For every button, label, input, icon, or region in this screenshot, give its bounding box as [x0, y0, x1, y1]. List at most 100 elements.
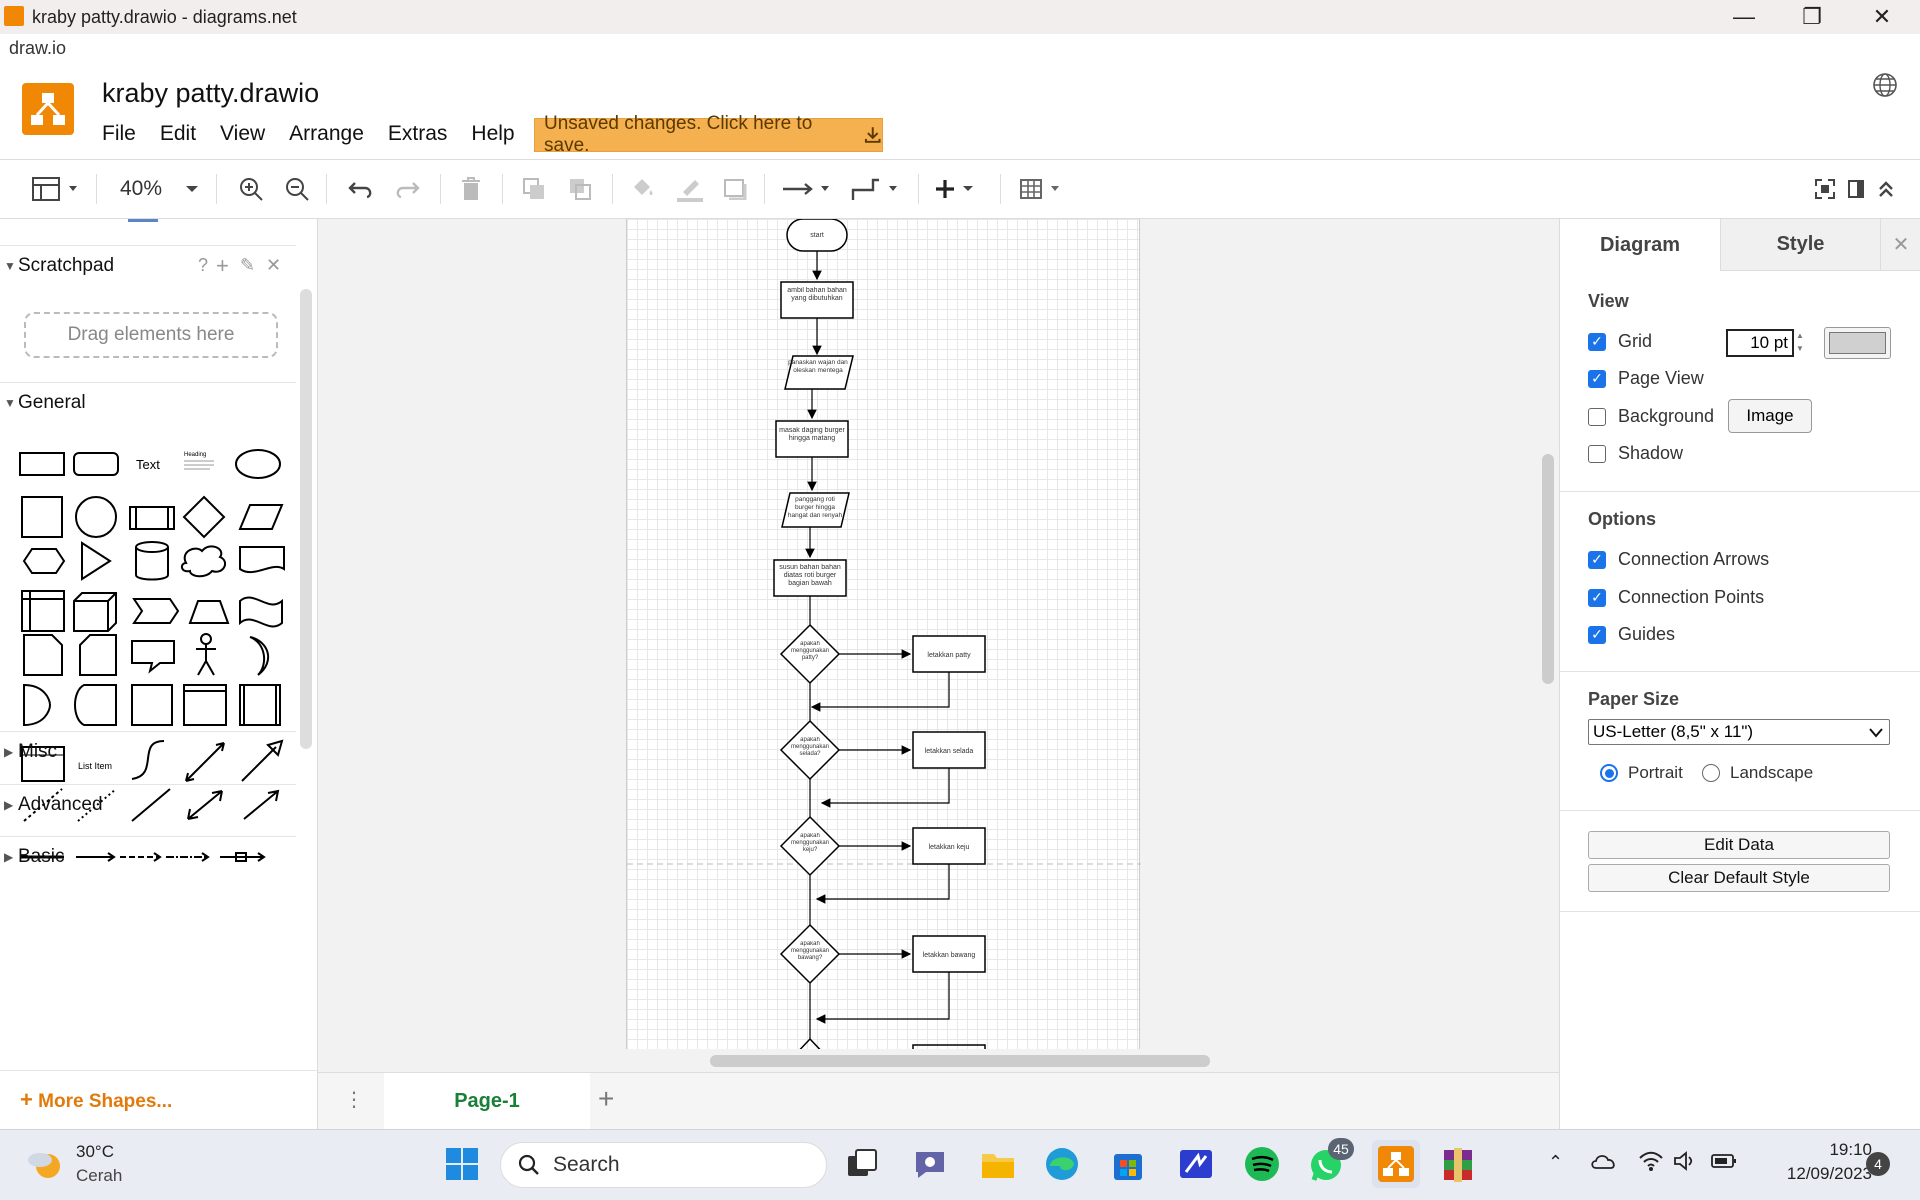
- onedrive-cloud-icon[interactable]: [1590, 1150, 1618, 1177]
- battery-icon[interactable]: [1710, 1150, 1738, 1177]
- delete-button[interactable]: [456, 174, 486, 204]
- portrait-radio[interactable]: Portrait: [1600, 763, 1683, 783]
- zoom-in-button[interactable]: [236, 174, 266, 204]
- landscape-radio[interactable]: Landscape: [1702, 763, 1813, 783]
- chevron-up-icon[interactable]: ⌃: [1548, 1152, 1563, 1173]
- add-page-icon[interactable]: +: [598, 1083, 614, 1115]
- node-letakkan-selada[interactable]: letakkan selada: [912, 731, 986, 769]
- zoom-dropdown[interactable]: 40%: [116, 174, 206, 204]
- edge-browser-icon[interactable]: [1042, 1144, 1082, 1184]
- microsoft-store-icon[interactable]: [1108, 1144, 1148, 1184]
- fill-color-button[interactable]: [628, 174, 658, 204]
- windows-start-icon[interactable]: [442, 1144, 482, 1184]
- menu-extras[interactable]: Extras: [388, 122, 448, 146]
- fullscreen-button[interactable]: [1812, 174, 1838, 204]
- format-panel-toggle-button[interactable]: [1845, 174, 1867, 204]
- guides-checkbox[interactable]: ✓ Guides: [1588, 624, 1675, 645]
- grid-size-stepper[interactable]: ▲ ▼: [1796, 329, 1810, 357]
- page-tab[interactable]: Page-1: [384, 1073, 590, 1130]
- node-letakkan-patty[interactable]: letakkan patty: [912, 635, 986, 673]
- node-ambil-bahan[interactable]: ambil bahan bahan yang dibutuhkan: [780, 281, 854, 319]
- scratchpad-header[interactable]: ▼ Scratchpad ? + ✎ ✕: [0, 245, 296, 285]
- connection-points-checkbox[interactable]: ✓ Connection Points: [1588, 587, 1764, 608]
- whatsapp-icon[interactable]: 45: [1306, 1138, 1354, 1184]
- node-panaskan-wajan[interactable]: panaskan wajan dan oleskan mentega: [784, 355, 854, 390]
- pages-menu-icon[interactable]: ⋮: [344, 1087, 364, 1112]
- volume-icon[interactable]: [1672, 1150, 1698, 1177]
- insert-button[interactable]: [934, 174, 984, 204]
- flowchart[interactable]: start ambil bahan bahan yang dibutuhkan …: [627, 219, 1141, 1049]
- decision-bawang[interactable]: apakah menggunakan bawang?: [779, 923, 841, 985]
- node-masak-daging[interactable]: masak daging burger hingga matang: [775, 420, 849, 458]
- edit-data-button[interactable]: Edit Data: [1588, 831, 1890, 859]
- teams-chat-icon[interactable]: [910, 1144, 950, 1184]
- connection-arrows-checkbox[interactable]: ✓ Connection Arrows: [1588, 549, 1769, 570]
- scratchpad-add-icon[interactable]: +: [216, 253, 229, 279]
- menu-arrange[interactable]: Arrange: [289, 122, 364, 146]
- document-title[interactable]: kraby patty.drawio: [102, 78, 319, 109]
- panel-toggle-button[interactable]: [30, 174, 80, 204]
- taskbar-search[interactable]: Search: [500, 1142, 827, 1188]
- scratchpad-drop-zone[interactable]: Drag elements here: [24, 312, 278, 358]
- table-button[interactable]: [1018, 174, 1068, 204]
- menu-edit[interactable]: Edit: [160, 122, 196, 146]
- node-letakkan-bawang[interactable]: letakkan bawang: [912, 935, 986, 973]
- notification-count-badge[interactable]: 4: [1866, 1152, 1890, 1176]
- clock-date[interactable]: 12/09/2023: [1742, 1164, 1872, 1184]
- grid-color-button[interactable]: [1824, 327, 1891, 359]
- tab-diagram[interactable]: Diagram: [1560, 219, 1720, 271]
- background-checkbox[interactable]: Background: [1588, 406, 1714, 427]
- grid-size-input[interactable]: 10 pt: [1726, 329, 1794, 357]
- decision-keju[interactable]: apakah menggunakan keju?: [779, 815, 841, 877]
- diagram-page[interactable]: start ambil bahan bahan yang dibutuhkan …: [626, 219, 1141, 1049]
- scratchpad-edit-icon[interactable]: ✎: [240, 255, 255, 276]
- grid-checkbox[interactable]: ✓ Grid: [1588, 331, 1652, 352]
- restore-button[interactable]: ❐: [1778, 0, 1846, 34]
- redo-button[interactable]: [390, 174, 424, 204]
- node-start[interactable]: start: [786, 219, 848, 252]
- undo-button[interactable]: [344, 174, 378, 204]
- task-view-icon[interactable]: [842, 1144, 882, 1184]
- language-globe-icon[interactable]: [1872, 72, 1898, 98]
- menu-help[interactable]: Help: [471, 122, 514, 146]
- to-front-button[interactable]: [520, 174, 548, 204]
- clock-time[interactable]: 19:10: [1742, 1140, 1872, 1160]
- drawio-taskbar-icon[interactable]: [1372, 1140, 1420, 1188]
- misc-section-header[interactable]: ▶ Misc: [0, 731, 296, 771]
- canvas-horizontal-scrollbar[interactable]: [710, 1055, 1210, 1067]
- paper-size-select[interactable]: US-Letter (8,5" x 11"): [1588, 719, 1890, 745]
- power-automate-icon[interactable]: [1176, 1144, 1216, 1184]
- decision-selada[interactable]: apakah menggunakan selada?: [779, 719, 841, 781]
- sidebar-scrollbar[interactable]: [300, 289, 312, 749]
- shadow-button[interactable]: [720, 174, 750, 204]
- advanced-section-header[interactable]: ▶ Advanced: [0, 784, 296, 824]
- unsaved-changes-banner[interactable]: Unsaved changes. Click here to save.: [534, 113, 883, 156]
- menu-file[interactable]: File: [102, 122, 136, 146]
- clear-default-style-button[interactable]: Clear Default Style: [1588, 864, 1890, 892]
- basic-section-header[interactable]: ▶ Basic: [0, 836, 296, 876]
- zoom-out-button[interactable]: [282, 174, 312, 204]
- spotify-icon[interactable]: [1242, 1144, 1282, 1184]
- close-window-button[interactable]: ✕: [1848, 0, 1916, 34]
- menu-view[interactable]: View: [220, 122, 265, 146]
- page-view-checkbox[interactable]: ✓ Page View: [1588, 368, 1704, 389]
- tab-style[interactable]: Style: [1720, 219, 1880, 271]
- diagram-canvas[interactable]: start ambil bahan bahan yang dibutuhkan …: [318, 219, 1559, 1072]
- general-section-header[interactable]: ▼ General: [0, 382, 296, 422]
- background-image-button[interactable]: Image: [1728, 399, 1812, 433]
- winrar-icon[interactable]: [1438, 1144, 1478, 1184]
- file-explorer-icon[interactable]: [978, 1144, 1018, 1184]
- more-shapes-button[interactable]: + More Shapes...: [20, 1087, 172, 1113]
- wifi-icon[interactable]: [1638, 1150, 1664, 1177]
- line-color-button[interactable]: [674, 174, 706, 204]
- to-back-button[interactable]: [566, 174, 594, 204]
- node-letakkan-keju[interactable]: letakkan keju: [912, 827, 986, 865]
- shadow-checkbox[interactable]: Shadow: [1588, 443, 1683, 464]
- decision-patty[interactable]: apakah menggunakan patty?: [779, 623, 841, 685]
- minimize-button[interactable]: —: [1710, 0, 1778, 34]
- node-susun-bahan[interactable]: susun bahan bahan diatas roti burger bag…: [773, 559, 847, 597]
- close-panel-icon[interactable]: ✕: [1880, 219, 1920, 271]
- waypoints-button[interactable]: [848, 174, 904, 204]
- scratchpad-close-icon[interactable]: ✕: [266, 255, 281, 276]
- connection-style-button[interactable]: [780, 174, 836, 204]
